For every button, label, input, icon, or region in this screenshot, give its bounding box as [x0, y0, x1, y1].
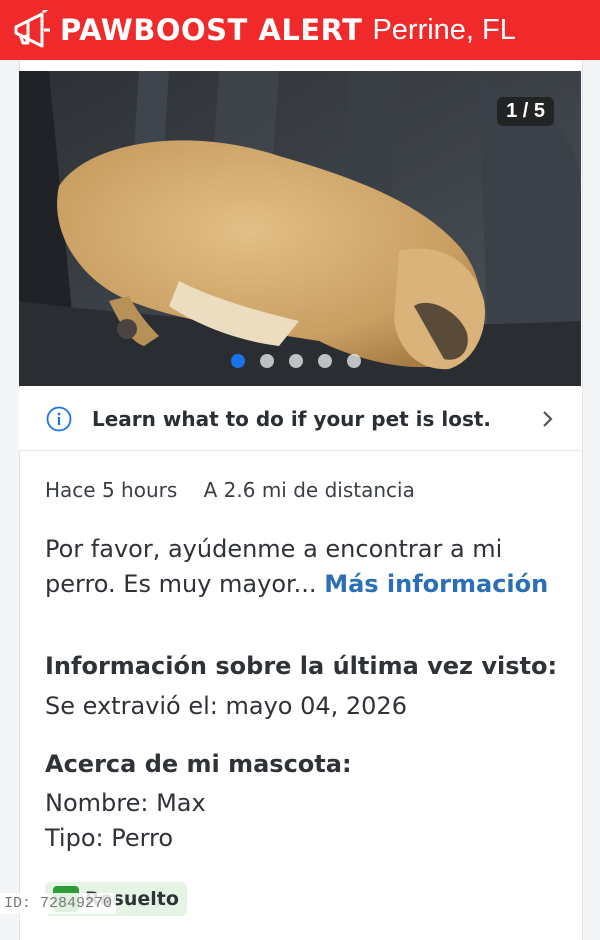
- tip-text: Learn what to do if your pet is lost.: [92, 407, 492, 431]
- megaphone-icon: [8, 8, 52, 52]
- distance-label: A 2.6 mi de distancia: [203, 478, 415, 502]
- carousel-dot[interactable]: [289, 354, 303, 368]
- posted-time: Hace 5 hours: [45, 478, 178, 502]
- pet-photo-carousel[interactable]: 1 / 5: [19, 71, 581, 386]
- lost-date: Se extravió el: mayo 04, 2026: [45, 692, 407, 720]
- image-counter-badge: 1 / 5: [497, 97, 554, 126]
- location-label: Perrine, FL: [372, 13, 516, 46]
- lost-pet-tip-link[interactable]: Learn what to do if your pet is lost.: [19, 388, 581, 451]
- carousel-dot[interactable]: [260, 354, 274, 368]
- more-info-link[interactable]: Más información: [324, 570, 548, 598]
- pet-type: Tipo: Perro: [45, 824, 174, 852]
- pet-description: Por favor, ayúdenme a encontrar a mi per…: [45, 532, 565, 602]
- post-meta: Hace 5 hours A 2.6 mi de distancia: [45, 478, 415, 502]
- info-icon: [46, 406, 72, 432]
- about-pet-heading: Acerca de mi mascota:: [45, 750, 352, 778]
- alert-header: PAWBOOST ALERT Perrine, FL: [0, 0, 600, 60]
- chevron-right-icon: [541, 409, 555, 433]
- carousel-dot[interactable]: [347, 354, 361, 368]
- pet-name: Nombre: Max: [45, 789, 206, 817]
- brand-title: PAWBOOST ALERT: [60, 13, 363, 47]
- id-tag: ID: 72849270: [0, 893, 117, 914]
- last-seen-heading: Información sobre la última vez visto:: [45, 652, 558, 680]
- carousel-dot[interactable]: [231, 354, 245, 368]
- carousel-dots: [231, 354, 361, 368]
- carousel-dot[interactable]: [318, 354, 332, 368]
